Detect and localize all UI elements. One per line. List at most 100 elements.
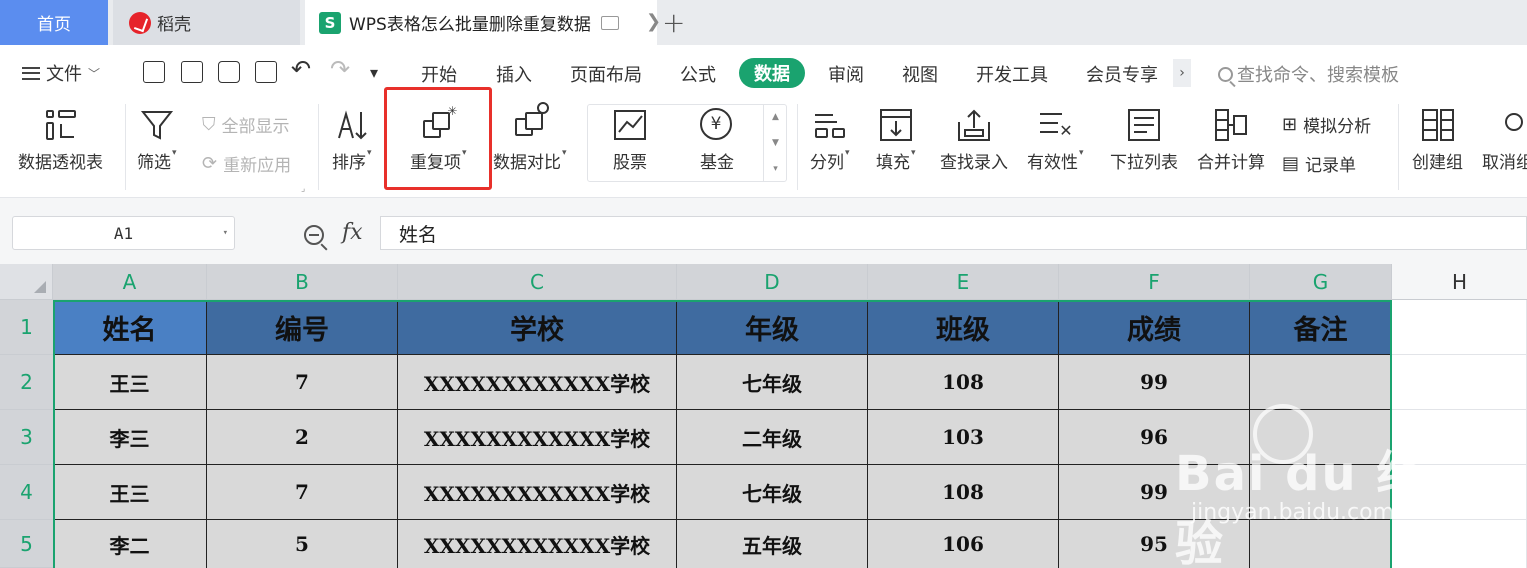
column-header-a[interactable]: A bbox=[53, 264, 207, 300]
cell-e4[interactable]: 108 bbox=[868, 465, 1059, 520]
menu-member[interactable]: 会员专享 bbox=[1086, 61, 1158, 87]
menu-insert[interactable]: 插入 bbox=[496, 61, 532, 87]
menu-page-layout[interactable]: 页面布局 bbox=[570, 61, 642, 87]
quick-access-more-icon[interactable]: ▾ bbox=[370, 63, 378, 82]
cell-b1[interactable]: 编号 bbox=[207, 300, 398, 355]
undo-icon[interactable]: ↶ bbox=[291, 55, 311, 83]
print-icon[interactable] bbox=[218, 61, 240, 83]
cell-h1[interactable] bbox=[1392, 300, 1527, 355]
stock-panel-scroll[interactable]: ▲ ▼ ▾ bbox=[763, 104, 787, 182]
filter-button[interactable]: 筛选▾ bbox=[137, 100, 177, 173]
cell-d5[interactable]: 五年级 bbox=[677, 520, 868, 568]
cell-a3[interactable]: 李三 bbox=[53, 410, 207, 465]
cell-h5[interactable] bbox=[1392, 520, 1527, 568]
reapply-button[interactable]: ⟳ 重新应用 bbox=[202, 151, 291, 176]
validity-button[interactable]: ✕ 有效性▾ bbox=[1027, 100, 1084, 173]
cell-d1[interactable]: 年级 bbox=[677, 300, 868, 355]
cell-f2[interactable]: 99 bbox=[1059, 355, 1250, 410]
row-header-1[interactable]: 1 bbox=[0, 300, 53, 355]
cell-b3[interactable]: 2 bbox=[207, 410, 398, 465]
cell-g5[interactable] bbox=[1250, 520, 1392, 568]
cell-e2[interactable]: 108 bbox=[868, 355, 1059, 410]
name-box[interactable]: A1 ▾ bbox=[12, 216, 235, 250]
column-header-h[interactable]: H bbox=[1392, 264, 1527, 300]
fill-button[interactable]: 填充▾ bbox=[876, 100, 916, 173]
create-group-button[interactable]: 创建组 bbox=[1412, 100, 1463, 173]
column-header-b[interactable]: B bbox=[207, 264, 398, 300]
column-header-c[interactable]: C bbox=[398, 264, 677, 300]
formula-input[interactable]: 姓名 bbox=[380, 216, 1527, 250]
cell-f4[interactable]: 99 bbox=[1059, 465, 1250, 520]
redo-icon[interactable]: ↷ bbox=[330, 55, 350, 83]
tab-daoke[interactable]: 稻壳 bbox=[113, 0, 300, 45]
column-header-d[interactable]: D bbox=[677, 264, 868, 300]
cell-c3[interactable]: XXXXXXXXXXXX学校 bbox=[398, 410, 677, 465]
cell-a4[interactable]: 王三 bbox=[53, 465, 207, 520]
cell-c2[interactable]: XXXXXXXXXXXX学校 bbox=[398, 355, 677, 410]
pivot-table-button[interactable]: 数据透视表 bbox=[18, 100, 103, 173]
fx-icon[interactable]: fx bbox=[342, 220, 363, 245]
zoom-out-icon[interactable] bbox=[304, 225, 324, 245]
scroll-down-icon[interactable]: ▼ bbox=[772, 138, 779, 148]
save-icon[interactable] bbox=[143, 61, 165, 83]
cell-h2[interactable] bbox=[1392, 355, 1527, 410]
menu-developer[interactable]: 开发工具 bbox=[976, 61, 1048, 87]
cell-a1[interactable]: 姓名 bbox=[53, 300, 207, 355]
expand-icon[interactable]: ▾ bbox=[773, 164, 778, 174]
dropdown-list-button[interactable]: 下拉列表 bbox=[1110, 100, 1178, 173]
cell-b2[interactable]: 7 bbox=[207, 355, 398, 410]
row-header-4[interactable]: 4 bbox=[0, 465, 53, 520]
data-compare-button[interactable]: 数据对比▾ bbox=[493, 100, 567, 173]
sort-button[interactable]: 排序▾ bbox=[332, 100, 372, 173]
cell-f1[interactable]: 成绩 bbox=[1059, 300, 1250, 355]
dialog-launcher-icon[interactable]: ⌟ bbox=[301, 184, 305, 194]
menu-start[interactable]: 开始 bbox=[421, 61, 457, 87]
consolidate-button[interactable]: 合并计算 bbox=[1197, 100, 1265, 173]
menu-scroll-right-icon[interactable]: › bbox=[1173, 59, 1191, 87]
cell-f3[interactable]: 96 bbox=[1059, 410, 1250, 465]
menu-data[interactable]: 数据 bbox=[739, 58, 805, 88]
ungroup-button[interactable]: 取消组 bbox=[1482, 100, 1527, 173]
simulate-analysis-button[interactable]: ⊞ 模拟分析 bbox=[1282, 112, 1371, 137]
row-header-5[interactable]: 5 bbox=[0, 520, 53, 568]
cell-d4[interactable]: 七年级 bbox=[677, 465, 868, 520]
cell-e5[interactable]: 106 bbox=[868, 520, 1059, 568]
print-preview-icon[interactable] bbox=[255, 61, 277, 83]
column-header-e[interactable]: E bbox=[868, 264, 1059, 300]
cell-g1[interactable]: 备注 bbox=[1250, 300, 1392, 355]
stock-button[interactable]: 股票 bbox=[613, 100, 647, 173]
file-menu[interactable]: 文件 ﹀ bbox=[22, 60, 100, 86]
cell-h4[interactable] bbox=[1392, 465, 1527, 520]
tab-home[interactable]: 首页 bbox=[0, 0, 108, 45]
select-all-corner[interactable] bbox=[0, 264, 53, 300]
row-header-3[interactable]: 3 bbox=[0, 410, 53, 465]
export-icon[interactable] bbox=[181, 61, 203, 83]
cell-a5[interactable]: 李二 bbox=[53, 520, 207, 568]
command-search[interactable]: 查找命令、搜索模板 bbox=[1218, 61, 1399, 87]
split-columns-button[interactable]: 分列▾ bbox=[810, 100, 850, 173]
cell-d3[interactable]: 二年级 bbox=[677, 410, 868, 465]
menu-formula[interactable]: 公式 bbox=[680, 61, 716, 87]
scroll-up-icon[interactable]: ▲ bbox=[772, 112, 779, 122]
row-header-2[interactable]: 2 bbox=[0, 355, 53, 410]
record-form-button[interactable]: ▤ 记录单 bbox=[1282, 151, 1356, 176]
tab-scroll-right-icon[interactable]: ❯ bbox=[646, 11, 661, 32]
cell-a2[interactable]: 王三 bbox=[53, 355, 207, 410]
cell-f5[interactable]: 95 bbox=[1059, 520, 1250, 568]
new-tab-button[interactable]: + bbox=[662, 6, 685, 39]
cell-g2[interactable] bbox=[1250, 355, 1392, 410]
cell-e3[interactable]: 103 bbox=[868, 410, 1059, 465]
find-entry-button[interactable]: 查找录入 bbox=[940, 100, 1008, 173]
menu-review[interactable]: 审阅 bbox=[828, 61, 864, 87]
chevron-down-icon[interactable]: ▾ bbox=[223, 228, 228, 238]
cell-g4[interactable] bbox=[1250, 465, 1392, 520]
monitor-icon[interactable] bbox=[600, 15, 619, 30]
cell-h3[interactable] bbox=[1392, 410, 1527, 465]
tab-document[interactable]: S WPS表格怎么批量删除重复数据 bbox=[305, 0, 657, 45]
cell-b5[interactable]: 5 bbox=[207, 520, 398, 568]
cell-e1[interactable]: 班级 bbox=[868, 300, 1059, 355]
cell-g3[interactable] bbox=[1250, 410, 1392, 465]
cell-c1[interactable]: 学校 bbox=[398, 300, 677, 355]
cell-c4[interactable]: XXXXXXXXXXXX学校 bbox=[398, 465, 677, 520]
cell-c5[interactable]: XXXXXXXXXXXX学校 bbox=[398, 520, 677, 568]
